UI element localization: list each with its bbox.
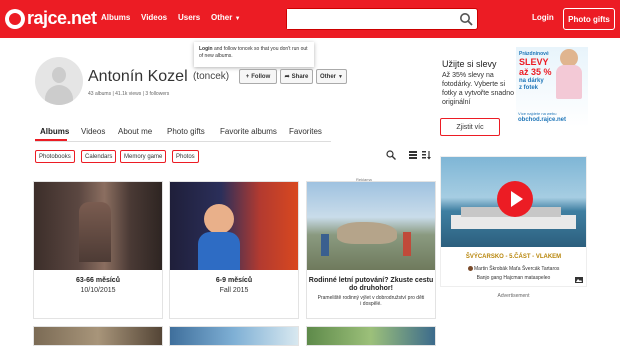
other-label: Other [320,73,337,80]
filter-photos[interactable]: Photos [172,150,199,163]
share-icon: ➦ [284,74,290,80]
video-authors: Martin Škrobák Maťa Švercák Tartaros [441,266,586,272]
login-button[interactable]: Login [532,13,554,22]
ad-text: Prameliště rodinný výlet v dobrodružství… [317,295,425,307]
album-card[interactable]: 6-9 měsíců Fall 2015 [169,181,299,319]
avatar-head-shape [52,67,66,83]
tabs-divider [35,141,331,142]
album-title: 63-66 měsíců [76,277,120,284]
avatar [35,57,83,105]
follow-button[interactable]: + Follow [239,69,277,84]
album-date: Fall 2015 [219,287,249,294]
promo-image[interactable]: Prázdninové SLEVY až 35 % na dárky z fot… [516,47,588,127]
image-icon [575,277,583,283]
profile-stats: 43 albums | 41.1k views | 3 followers [88,91,170,97]
followers-count[interactable]: 3 followers [145,91,169,97]
tomato-logo-icon [5,8,25,29]
advertisement-label: Advertisement [497,293,530,299]
tab-albums[interactable]: Albums [40,127,69,136]
promo-img-line6: Více najdete na webu [518,111,557,116]
ad-image [307,182,435,270]
plus-icon: + [245,73,250,80]
promo-img-line3: až 35 % [519,67,552,77]
tab-favorites[interactable]: Favorites [289,127,322,136]
follow-label: Follow [251,73,271,80]
chevron-down-icon: ▼ [234,16,241,22]
tab-photo-gifts[interactable]: Photo gifts [167,127,205,136]
logo-text: rajce.net [27,8,97,28]
profile-login: (toncek) [193,71,230,82]
album-card[interactable] [306,326,436,346]
video-ad[interactable]: ŠVÝCARSKO - 5.ČÁST - VLAKEM Martin Škrob… [440,156,587,287]
top-bar: rajce.net Albums Videos Users Other ▼ Lo… [0,0,620,38]
album-card[interactable] [169,326,299,346]
share-label: Share [291,73,309,80]
search-input[interactable] [287,9,455,29]
chevron-down-icon: ▼ [338,73,343,80]
promo-button[interactable]: Zjistit víc [440,118,500,136]
tab-favorite-albums[interactable]: Favorite albums [220,127,277,136]
nav-users[interactable]: Users [178,13,200,22]
promo-img-line2: SLEVY [519,57,549,67]
tab-videos[interactable]: Videos [81,127,105,136]
tooltip-login-link[interactable]: Login [199,46,213,52]
album-cover-image [170,182,298,270]
list-view-icon[interactable] [408,150,418,160]
promo-img-line4: na dárky [519,78,544,84]
video-thumbnail [441,157,586,247]
ad-card[interactable]: Rodinné letní putování? Zkuste cestu do … [306,181,436,319]
photo-gifts-button[interactable]: Photo gifts [563,8,615,30]
nav-videos[interactable]: Videos [141,13,167,22]
album-title: 6-9 měsíců [215,277,253,284]
promo-img-line5: z fotek [519,85,539,91]
search-box [286,8,478,30]
avatar-body-shape [45,85,73,105]
nav-other[interactable]: Other ▼ [211,13,241,22]
filter-memory-game[interactable]: Memory game [120,150,167,163]
search-icon[interactable] [459,12,473,26]
ad-title: Rodinné letní putování? Zkuste cestu do … [308,277,434,292]
sort-icon[interactable] [421,150,431,160]
nav-other-label: Other [211,13,233,22]
promo-title: Užijte si slevy [442,59,497,69]
albums-count: 43 albums [88,91,112,97]
author-avatar-icon [467,266,473,272]
album-card[interactable]: 63-66 měsíců 10/10/2015 [33,181,163,319]
promo-img-line7: obchod.rajce.net [518,117,567,123]
album-date: 10/10/2015 [80,287,116,294]
profile-name: Antonín Kozel [88,68,188,85]
logo[interactable]: rajce.net [5,8,97,29]
play-icon [511,191,523,207]
promo-text: Až 35% slevy na fotodárky. Vyberte si fo… [442,72,514,106]
tooltip-text: and follow toncek so that you don't run … [199,46,308,59]
other-button[interactable]: Other ▼ [316,69,347,84]
filter-photobooks[interactable]: Photobooks [35,150,75,163]
album-card[interactable] [33,326,163,346]
search-icon[interactable] [386,150,396,160]
filter-calendars[interactable]: Calendars [81,150,117,163]
follow-tooltip: Login and follow toncek so that you don'… [194,42,314,67]
video-title: ŠVÝCARSKO - 5.ČÁST - VLAKEM [465,254,562,260]
share-button[interactable]: ➦ Share [280,69,313,84]
nav-albums[interactable]: Albums [101,13,130,22]
video-authors-text: Martin Škrobák Maťa Švercák Tartaros [473,266,560,272]
play-button[interactable] [497,181,533,217]
album-cover-image [34,182,162,270]
video-subtitle: Banjo gang Hajcman mataspeleo [476,275,551,281]
tab-about-me[interactable]: About me [118,127,152,136]
views-count: 41.1k views [115,91,142,97]
